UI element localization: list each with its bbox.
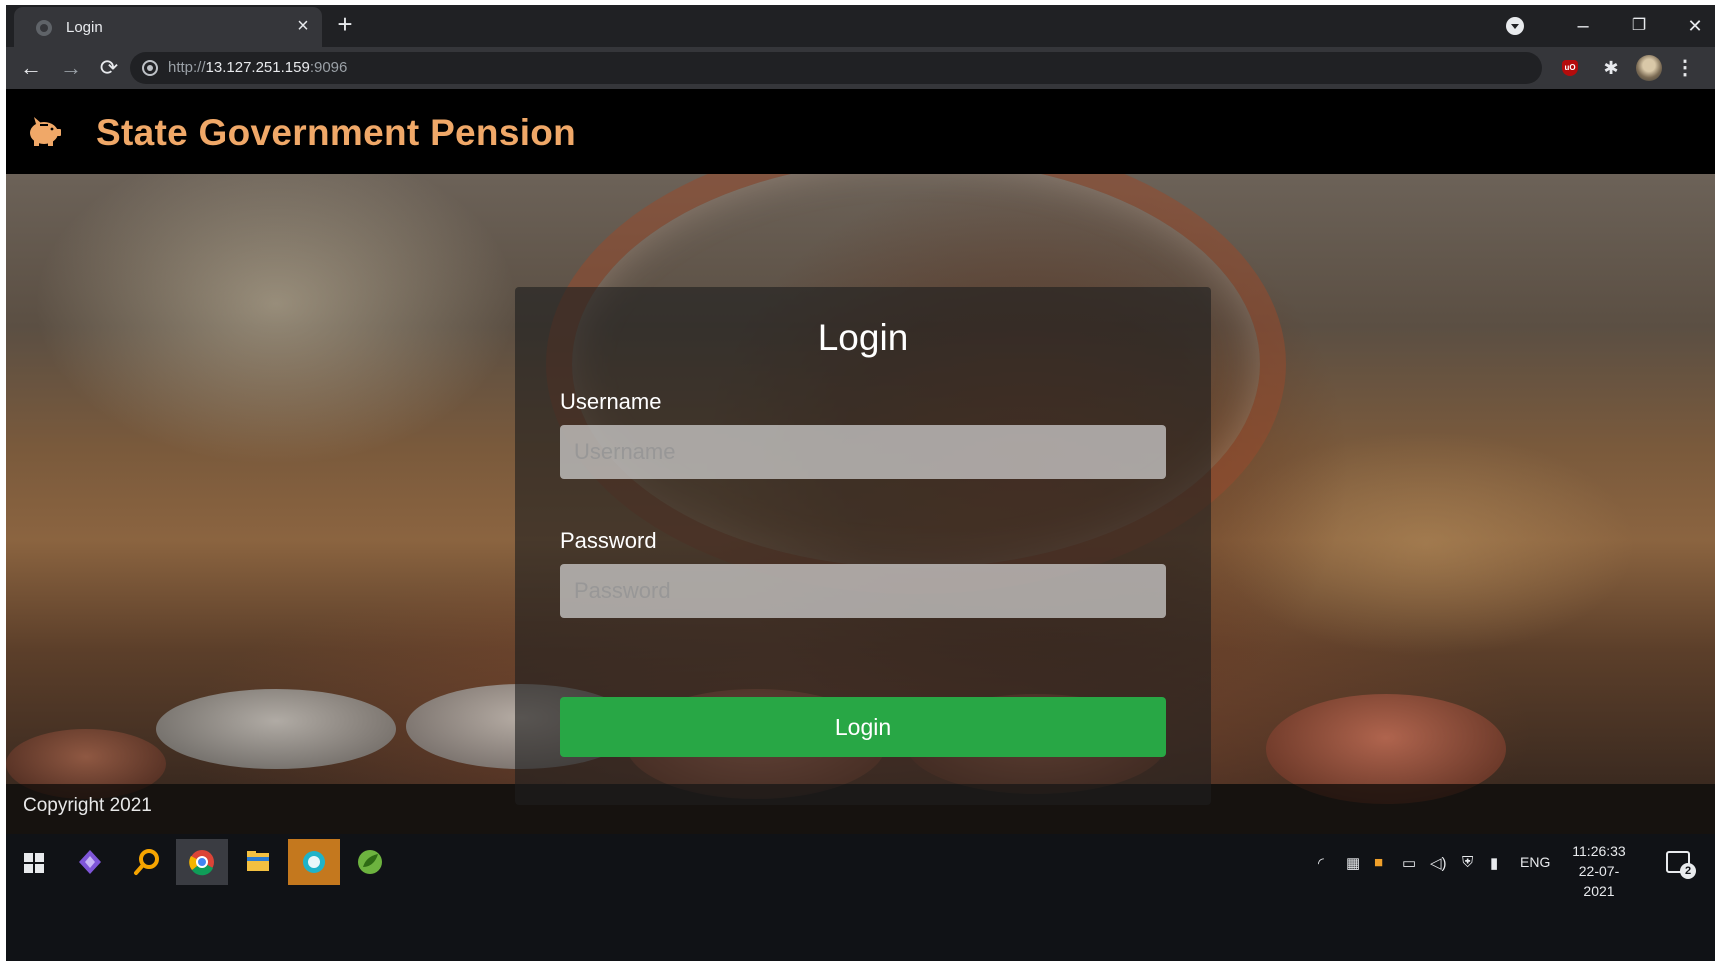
tray-app-icon[interactable]: ■ [1374,854,1383,871]
reload-button[interactable]: ⟳ [94,53,124,83]
system-clock[interactable]: 11:26:33 22-07-2021 [1564,841,1634,901]
login-card: Login Username Password Login [515,287,1211,805]
notifications-icon[interactable]: 2 [1666,851,1696,879]
security-icon[interactable]: ⛨ [1462,854,1473,871]
ublock-extension-icon[interactable]: uO [1562,60,1578,76]
url-scheme: http:// [168,59,206,76]
site-navbar: State Government Pension [6,89,1715,174]
coin-jar-background: Login Username Password Login [6,134,1715,805]
screen: Login × + – ❐ ✕ ← → ⟳ http://13.127.251.… [6,5,1715,961]
notification-count-badge: 2 [1680,863,1696,879]
file-explorer-icon[interactable] [232,839,284,885]
profile-avatar[interactable] [1636,55,1662,81]
app-icon[interactable] [288,839,340,885]
display-icon[interactable]: ▦ [1346,854,1360,872]
tab-title: Login [66,19,103,36]
language-indicator[interactable]: ENG [1520,854,1550,870]
close-tab-icon[interactable]: × [292,15,314,37]
browser-tab[interactable]: Login × [14,7,322,47]
web-page: State Government Pension Login Username … [6,89,1715,834]
volume-icon[interactable]: ◁) [1430,854,1447,872]
login-button[interactable]: Login [560,697,1166,757]
browser-tab-strip: Login × + – ❐ ✕ [6,5,1715,47]
visual-studio-icon[interactable] [64,839,116,885]
tab-search-icon[interactable] [1506,17,1524,35]
browser-menu-icon[interactable]: ⋮ [1674,57,1696,79]
clock-time: 11:26:33 [1572,843,1626,859]
url-text[interactable]: http://13.127.251.159:9096 [168,59,347,76]
windows-start-icon[interactable] [8,839,60,885]
back-button[interactable]: ← [16,53,46,83]
restore-button[interactable]: ❐ [1624,11,1654,41]
chrome-icon[interactable] [176,839,228,885]
password-label: Password [560,528,657,553]
site-info-icon[interactable] [142,60,158,76]
extensions-puzzle-icon[interactable]: ✱ [1600,57,1622,79]
spring-tool-icon[interactable] [344,839,396,885]
close-window-button[interactable]: ✕ [1680,11,1710,41]
copyright-text: Copyright 2021 [23,795,152,816]
url-port: :9096 [309,59,348,76]
address-bar[interactable]: http://13.127.251.159:9096 [130,52,1542,84]
battery-icon[interactable]: ▭ [1402,854,1416,872]
username-input[interactable] [560,425,1166,479]
forward-button[interactable]: → [56,53,86,83]
new-tab-button[interactable]: + [332,11,358,38]
globe-icon [36,20,52,36]
password-input[interactable] [560,564,1166,618]
clock-date: 22-07-2021 [1578,863,1620,899]
minimize-button[interactable]: – [1568,11,1598,41]
coin [156,689,396,769]
piggy-bank-icon [30,117,61,146]
username-label: Username [560,389,662,414]
taskbar-row: ◜ ▦ ■ ▭ ◁) ⛨ ▮ ENG 11:26:33 22-07-2021 2 [6,839,1715,899]
url-host: 13.127.251.159 [205,59,310,76]
search-icon[interactable] [120,839,172,885]
windows-logo-icon [24,853,44,873]
windows-taskbar: ◜ ▦ ■ ▭ ◁) ⛨ ▮ ENG 11:26:33 22-07-2021 2 [6,834,1715,961]
login-heading: Login [817,317,909,358]
site-title[interactable]: State Government Pension [96,112,576,154]
microphone-icon[interactable]: ▮ [1490,854,1498,872]
browser-toolbar: ← → ⟳ http://13.127.251.159:9096 uO ✱ ⋮ [6,47,1715,89]
network-icon[interactable]: ◜ [1318,854,1324,872]
